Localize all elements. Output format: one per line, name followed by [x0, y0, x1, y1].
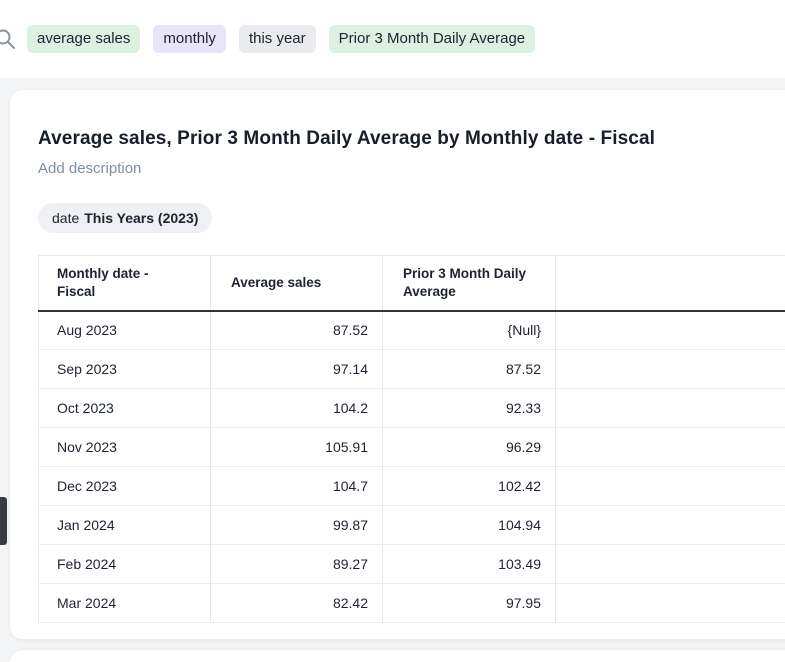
scrollbar-thumb[interactable] [0, 497, 7, 545]
next-panel-edge [10, 650, 785, 662]
table-cell: Jan 2024 [39, 506, 211, 545]
table-row[interactable]: Nov 2023105.9196.29 [39, 428, 785, 467]
empty-cell [556, 584, 785, 623]
table-row[interactable]: Feb 202489.27103.49 [39, 545, 785, 584]
table-cell: Dec 2023 [39, 467, 211, 506]
filter-value: This Years (2023) [84, 210, 198, 226]
table-cell: 99.87 [211, 506, 383, 545]
add-description-link[interactable]: Add description [38, 160, 141, 177]
table-row[interactable]: Dec 2023104.7102.42 [39, 467, 785, 506]
table-header: Monthly date - Fiscal Average sales Prio… [39, 256, 785, 311]
table-row[interactable]: Mar 202482.4297.95 [39, 584, 785, 623]
table-row[interactable]: Sep 202397.1487.52 [39, 350, 785, 389]
header-row: Monthly date - Fiscal Average sales Prio… [39, 256, 785, 311]
table-cell: Oct 2023 [39, 389, 211, 428]
table-cell: 96.29 [383, 428, 556, 467]
table-cell: Aug 2023 [39, 311, 211, 350]
table-cell: Sep 2023 [39, 350, 211, 389]
search-bar[interactable]: average sales monthly this year Prior 3 … [0, 0, 785, 78]
table-cell: 87.52 [383, 350, 556, 389]
table-cell: 89.27 [211, 545, 383, 584]
table-row[interactable]: Aug 202387.52{Null} [39, 311, 785, 350]
column-header-label: Prior 3 Month Daily Average [403, 265, 527, 301]
empty-cell [556, 389, 785, 428]
table-cell: 104.7 [211, 467, 383, 506]
column-header-prior-3-month[interactable]: Prior 3 Month Daily Average [383, 256, 556, 311]
table-row[interactable]: Oct 2023104.292.33 [39, 389, 785, 428]
table-cell: 105.91 [211, 428, 383, 467]
table-cell: 103.49 [383, 545, 556, 584]
table-cell: 92.33 [383, 389, 556, 428]
column-header-empty [556, 256, 785, 311]
table-cell: {Null} [383, 311, 556, 350]
table-cell: Nov 2023 [39, 428, 211, 467]
column-header-label: Monthly date - Fiscal [57, 265, 169, 301]
table-cell: 87.52 [211, 311, 383, 350]
empty-cell [556, 467, 785, 506]
table-cell: 97.95 [383, 584, 556, 623]
search-token-prior-3-month[interactable]: Prior 3 Month Daily Average [329, 25, 535, 53]
table-cell: 102.42 [383, 467, 556, 506]
answer-card: Average sales, Prior 3 Month Daily Avera… [10, 90, 785, 639]
table-cell: Mar 2024 [39, 584, 211, 623]
answer-title: Average sales, Prior 3 Month Daily Avera… [38, 128, 785, 150]
search-icon [0, 27, 17, 51]
table-cell: 104.2 [211, 389, 383, 428]
search-token-list: average sales monthly this year Prior 3 … [27, 25, 535, 53]
empty-cell [556, 428, 785, 467]
table-cell: 82.42 [211, 584, 383, 623]
filter-chip[interactable]: date This Years (2023) [38, 203, 212, 233]
empty-cell [556, 545, 785, 584]
table-cell: 97.14 [211, 350, 383, 389]
empty-cell [556, 350, 785, 389]
empty-cell [556, 506, 785, 545]
table-cell: 104.94 [383, 506, 556, 545]
table-row[interactable]: Jan 202499.87104.94 [39, 506, 785, 545]
column-header-average-sales[interactable]: Average sales [211, 256, 383, 311]
table-body: Aug 202387.52{Null}Sep 202397.1487.52Oct… [39, 311, 785, 623]
filter-name: date [52, 210, 79, 226]
column-header-monthly-date[interactable]: Monthly date - Fiscal [39, 256, 211, 311]
search-token-monthly[interactable]: monthly [153, 25, 226, 53]
table-cell: Feb 2024 [39, 545, 211, 584]
search-token-this-year[interactable]: this year [239, 25, 316, 53]
column-header-label: Average sales [231, 274, 381, 292]
search-token-average-sales[interactable]: average sales [27, 25, 140, 53]
results-table: Monthly date - Fiscal Average sales Prio… [38, 255, 785, 623]
empty-cell [556, 311, 785, 350]
